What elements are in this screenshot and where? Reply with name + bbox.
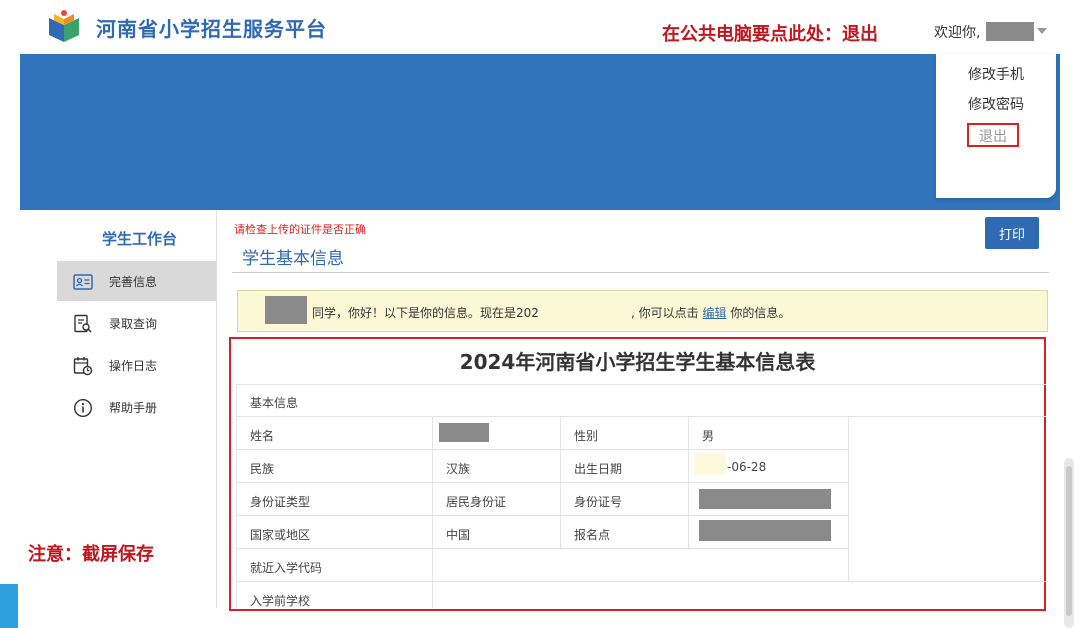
sidebar-item-label: 帮助手册 bbox=[109, 401, 158, 415]
title-divider bbox=[232, 272, 1049, 273]
search-document-icon bbox=[74, 314, 92, 333]
table-border bbox=[236, 384, 237, 608]
certificate-warning: 请检查上传的证件是否正确 bbox=[234, 223, 366, 236]
sidebar-item-operation-log[interactable]: 操作日志 bbox=[57, 345, 216, 385]
id-number-redacted bbox=[699, 489, 831, 509]
info-icon bbox=[73, 398, 93, 418]
label-id-type: 身份证类型 bbox=[250, 495, 311, 509]
user-dropdown-menu: 修改手机 修改密码 退出 bbox=[936, 54, 1056, 198]
label-birthdate: 出生日期 bbox=[574, 462, 623, 476]
name-value-redacted bbox=[439, 423, 489, 442]
blue-banner bbox=[20, 54, 1060, 210]
label-registration-point: 报名点 bbox=[574, 528, 611, 542]
page-title: 学生基本信息 bbox=[242, 249, 344, 269]
table-border bbox=[848, 416, 849, 581]
table-border bbox=[236, 482, 848, 483]
label-gender: 性别 bbox=[574, 429, 599, 443]
corner-decoration bbox=[0, 584, 18, 628]
value-birthdate: -06-28 bbox=[727, 460, 767, 474]
sidebar-item-complete-info[interactable]: 完善信息 bbox=[57, 261, 216, 301]
value-gender: 男 bbox=[702, 429, 715, 443]
birth-year-redacted bbox=[694, 453, 726, 475]
table-border bbox=[432, 416, 433, 608]
book-logo-icon bbox=[49, 10, 79, 42]
label-id-number: 身份证号 bbox=[574, 495, 623, 509]
table-border bbox=[236, 515, 848, 516]
label-nearby-code: 就近入学代码 bbox=[250, 561, 323, 575]
menu-item-change-phone[interactable]: 修改手机 bbox=[936, 64, 1056, 84]
chevron-down-icon[interactable] bbox=[1037, 28, 1047, 34]
edit-link[interactable]: 编辑 bbox=[702, 306, 726, 320]
greeting-text: 同学，你好！以下是你的信息。现在是202 bbox=[312, 306, 539, 320]
username-redacted[interactable] bbox=[986, 22, 1034, 41]
edit-hint-prefix: , 你可以点击 bbox=[631, 306, 699, 320]
sidebar-item-label: 录取查询 bbox=[109, 317, 158, 331]
table-border bbox=[560, 416, 561, 548]
site-title: 河南省小学招生服务平台 bbox=[96, 17, 327, 41]
edit-hint-text: , 你可以点击 编辑 你的信息。 bbox=[631, 304, 790, 321]
edit-hint-suffix: 你的信息。 bbox=[730, 306, 791, 320]
table-border bbox=[236, 581, 1046, 582]
sidebar-item-label: 完善信息 bbox=[109, 275, 158, 289]
table-section-label: 基本信息 bbox=[250, 396, 299, 410]
sidebar-item-admission-query[interactable]: 录取查询 bbox=[57, 303, 216, 343]
table-border bbox=[236, 416, 1046, 417]
value-ethnicity: 汉族 bbox=[446, 462, 471, 476]
label-country: 国家或地区 bbox=[250, 528, 311, 542]
label-ethnicity: 民族 bbox=[250, 462, 275, 476]
table-title: 2024年河南省小学招生学生基本信息表 bbox=[459, 350, 816, 374]
scrollbar-thumb[interactable] bbox=[1066, 466, 1072, 616]
print-button[interactable]: 打印 bbox=[985, 217, 1039, 249]
sidebar-item-label: 操作日志 bbox=[109, 359, 158, 373]
student-name-redacted bbox=[265, 296, 307, 324]
table-border bbox=[236, 449, 848, 450]
welcome-text: 欢迎你, bbox=[934, 25, 981, 41]
table-border bbox=[688, 416, 689, 548]
label-previous-school: 入学前学校 bbox=[250, 594, 311, 608]
registration-point-redacted bbox=[699, 520, 831, 541]
id-card-icon bbox=[73, 274, 93, 290]
value-id-type: 居民身份证 bbox=[446, 495, 507, 509]
label-name: 姓名 bbox=[250, 429, 275, 443]
menu-item-logout[interactable]: 退出 bbox=[967, 123, 1019, 147]
table-border bbox=[236, 384, 1046, 385]
sidebar-title: 学生工作台 bbox=[102, 230, 178, 248]
logout-notice: 在公共电脑要点此处：退出 bbox=[662, 24, 878, 45]
student-info-table bbox=[229, 337, 1046, 611]
screenshot-save-annotation: 注意：截屏保存 bbox=[28, 544, 154, 565]
value-country: 中国 bbox=[446, 528, 471, 542]
calendar-clock-icon bbox=[73, 357, 93, 376]
sidebar-item-help-manual[interactable]: 帮助手册 bbox=[57, 387, 216, 427]
sidebar-divider bbox=[216, 210, 217, 608]
table-border bbox=[236, 548, 848, 549]
menu-item-change-password[interactable]: 修改密码 bbox=[936, 94, 1056, 114]
